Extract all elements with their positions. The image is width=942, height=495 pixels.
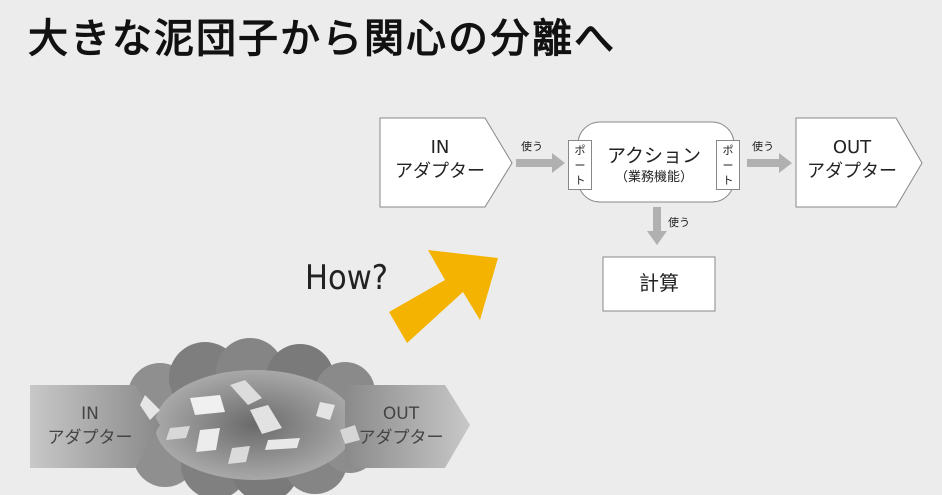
out-adapter-line1: OUT	[832, 137, 872, 158]
port-left-char-1: ポ	[574, 143, 586, 157]
uses-label-2: 使う	[752, 140, 774, 153]
in-adapter-line2: アダプター	[395, 161, 485, 182]
port-right-char-3: ト	[722, 173, 734, 187]
uses-label-3: 使う	[668, 216, 690, 229]
out-adapter-label: OUT アダプター	[796, 136, 908, 184]
port-right: ポ ー ト	[716, 140, 740, 190]
port-left-char-2: ー	[574, 158, 586, 172]
port-right-char-1: ポ	[722, 143, 734, 157]
uses-label-1: 使う	[521, 140, 543, 153]
mudball-out-line1: OUT	[382, 404, 420, 424]
action-sublabel: （業務機能）	[614, 170, 693, 185]
in-adapter-label: IN アダプター	[384, 136, 496, 184]
uses-arrow-3	[647, 207, 667, 245]
how-label: How?	[305, 258, 388, 298]
uses-arrow-2	[747, 153, 792, 173]
out-adapter-line2: アダプター	[807, 161, 897, 182]
how-arrow	[389, 250, 498, 343]
port-right-char-2: ー	[722, 158, 734, 172]
mudball-in-line1: IN	[81, 404, 99, 424]
mudball-out-line2: アダプター	[358, 428, 444, 448]
action-label: アクション	[606, 145, 702, 167]
mudball-out-label: OUT アダプター	[345, 402, 457, 450]
mudball-in-line2: アダプター	[47, 428, 133, 448]
port-left-char-3: ト	[574, 173, 586, 187]
uses-arrow-1	[516, 153, 565, 173]
in-adapter-line1: IN	[430, 137, 450, 158]
calc-label: 計算	[639, 271, 679, 295]
port-left: ポ ー ト	[568, 140, 592, 190]
mudball-in-label: IN アダプター	[30, 402, 150, 450]
